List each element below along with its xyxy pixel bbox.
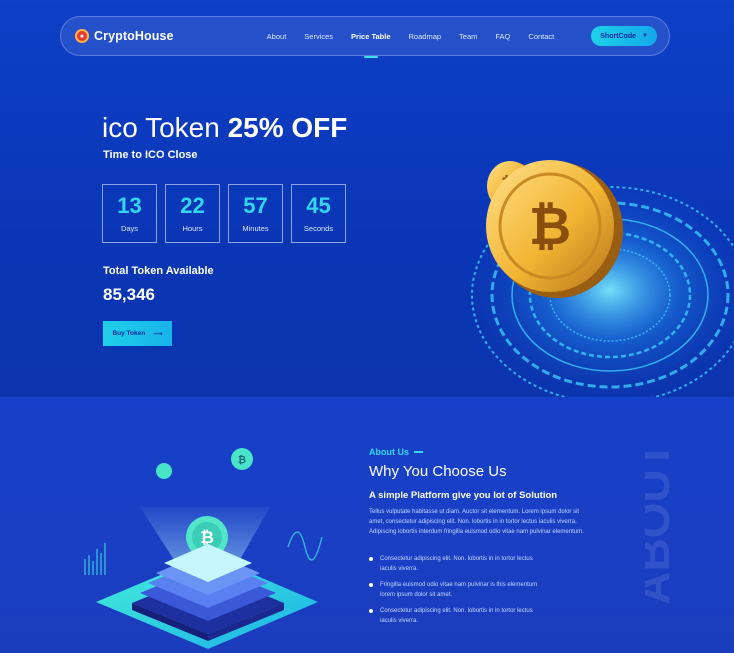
bullet-dot-icon bbox=[369, 609, 373, 613]
buy-token-label: Buy Token bbox=[112, 330, 146, 337]
about-subtitle: A simple Platform give you lot of Soluti… bbox=[369, 490, 558, 501]
bitcoin-coins-illustration: ₿ ₿ bbox=[460, 160, 734, 397]
about-kicker: About Us bbox=[369, 447, 423, 457]
countdown-days: 13 Days bbox=[102, 184, 157, 243]
navbar: ● CryptoHouse About Services Price Table… bbox=[60, 16, 670, 58]
kicker-line bbox=[414, 451, 423, 453]
about-kicker-text: About Us bbox=[369, 447, 409, 457]
nav-item-services[interactable]: Services bbox=[295, 32, 342, 41]
hero-title: ico Token 25% OFF bbox=[102, 112, 347, 144]
countdown-label: Days bbox=[120, 224, 139, 233]
nav-menu: About Services Price Table Roadmap Team … bbox=[258, 32, 564, 58]
bullet-text: Consectetur adipiscing elit. Non. lobort… bbox=[380, 556, 533, 572]
about-watermark: ABOUT bbox=[645, 441, 679, 605]
countdown-value: 45 bbox=[306, 193, 331, 218]
countdown-label: Hours bbox=[182, 224, 203, 233]
buy-token-button[interactable]: Buy Token ⟶ bbox=[103, 321, 172, 346]
countdown-value: 57 bbox=[243, 193, 268, 218]
about-title: Why You Choose Us bbox=[369, 463, 507, 480]
countdown-seconds: 45 Seconds bbox=[291, 184, 346, 243]
countdown-label: Minutes bbox=[242, 224, 269, 233]
countdown-value: 13 bbox=[117, 193, 142, 218]
svg-text:₿: ₿ bbox=[200, 528, 214, 547]
hero-section: ● CryptoHouse About Services Price Table… bbox=[0, 0, 734, 397]
total-token-label: Total Token Available bbox=[103, 265, 214, 277]
bullet-text: Consectetur adipiscing elit. Non. lobort… bbox=[380, 608, 533, 624]
logo-icon: ● bbox=[75, 29, 89, 43]
svg-text:₿: ₿ bbox=[238, 454, 246, 466]
watermark-text: ABOUT bbox=[645, 441, 679, 605]
hero-title-light: ico Token bbox=[102, 112, 220, 143]
arrow-right-icon: ⟶ bbox=[153, 330, 163, 338]
list-item: Fringilla euismod odio vitae nam pulvina… bbox=[369, 580, 549, 600]
about-bullet-list: Consectetur adipiscing elit. Non. lobort… bbox=[369, 554, 549, 632]
nav-item-about[interactable]: About bbox=[258, 32, 296, 41]
shortcode-button[interactable]: ShortCode ▼ bbox=[591, 26, 657, 46]
nav-item-faq[interactable]: FAQ bbox=[486, 32, 519, 41]
logo-text: CryptoHouse bbox=[94, 29, 174, 43]
countdown-hours: 22 Hours bbox=[165, 184, 220, 243]
hero-title-strong: 25% OFF bbox=[227, 112, 348, 143]
about-section: ₿ ₿ ABOUT About Us Why You Choose Us A s… bbox=[0, 397, 734, 653]
about-paragraph: Tellus vulputate habitasse ut diam. Auct… bbox=[369, 509, 584, 535]
shortcode-label: ShortCode bbox=[600, 32, 637, 40]
countdown-label: Seconds bbox=[303, 224, 334, 233]
nav-item-price-table[interactable]: Price Table bbox=[342, 32, 399, 58]
bullet-dot-icon bbox=[369, 557, 373, 561]
bullet-dot-icon bbox=[369, 583, 373, 587]
nav-item-contact[interactable]: Contact bbox=[519, 32, 563, 41]
list-item: Consectetur adipiscing elit. Non. lobort… bbox=[369, 554, 549, 574]
bullet-text: Fringilla euismod odio vitae nam pulvina… bbox=[380, 582, 538, 598]
nav-item-team[interactable]: Team bbox=[450, 32, 486, 41]
total-token-value: 85,346 bbox=[103, 285, 155, 304]
countdown-minutes: 57 Minutes bbox=[228, 184, 283, 243]
blockchain-server-illustration: ₿ ₿ bbox=[84, 448, 323, 649]
nav-item-roadmap[interactable]: Roadmap bbox=[400, 32, 451, 41]
list-item: Consectetur adipiscing elit. Non. lobort… bbox=[369, 606, 549, 626]
logo[interactable]: ● CryptoHouse bbox=[75, 29, 174, 43]
countdown: 13 Days 22 Hours 57 Minutes 45 Seconds bbox=[102, 184, 346, 243]
chevron-down-icon: ▼ bbox=[642, 33, 648, 39]
hero-subtitle: Time to ICO Close bbox=[103, 149, 198, 161]
countdown-value: 22 bbox=[180, 193, 205, 218]
svg-text:₿: ₿ bbox=[529, 198, 571, 256]
